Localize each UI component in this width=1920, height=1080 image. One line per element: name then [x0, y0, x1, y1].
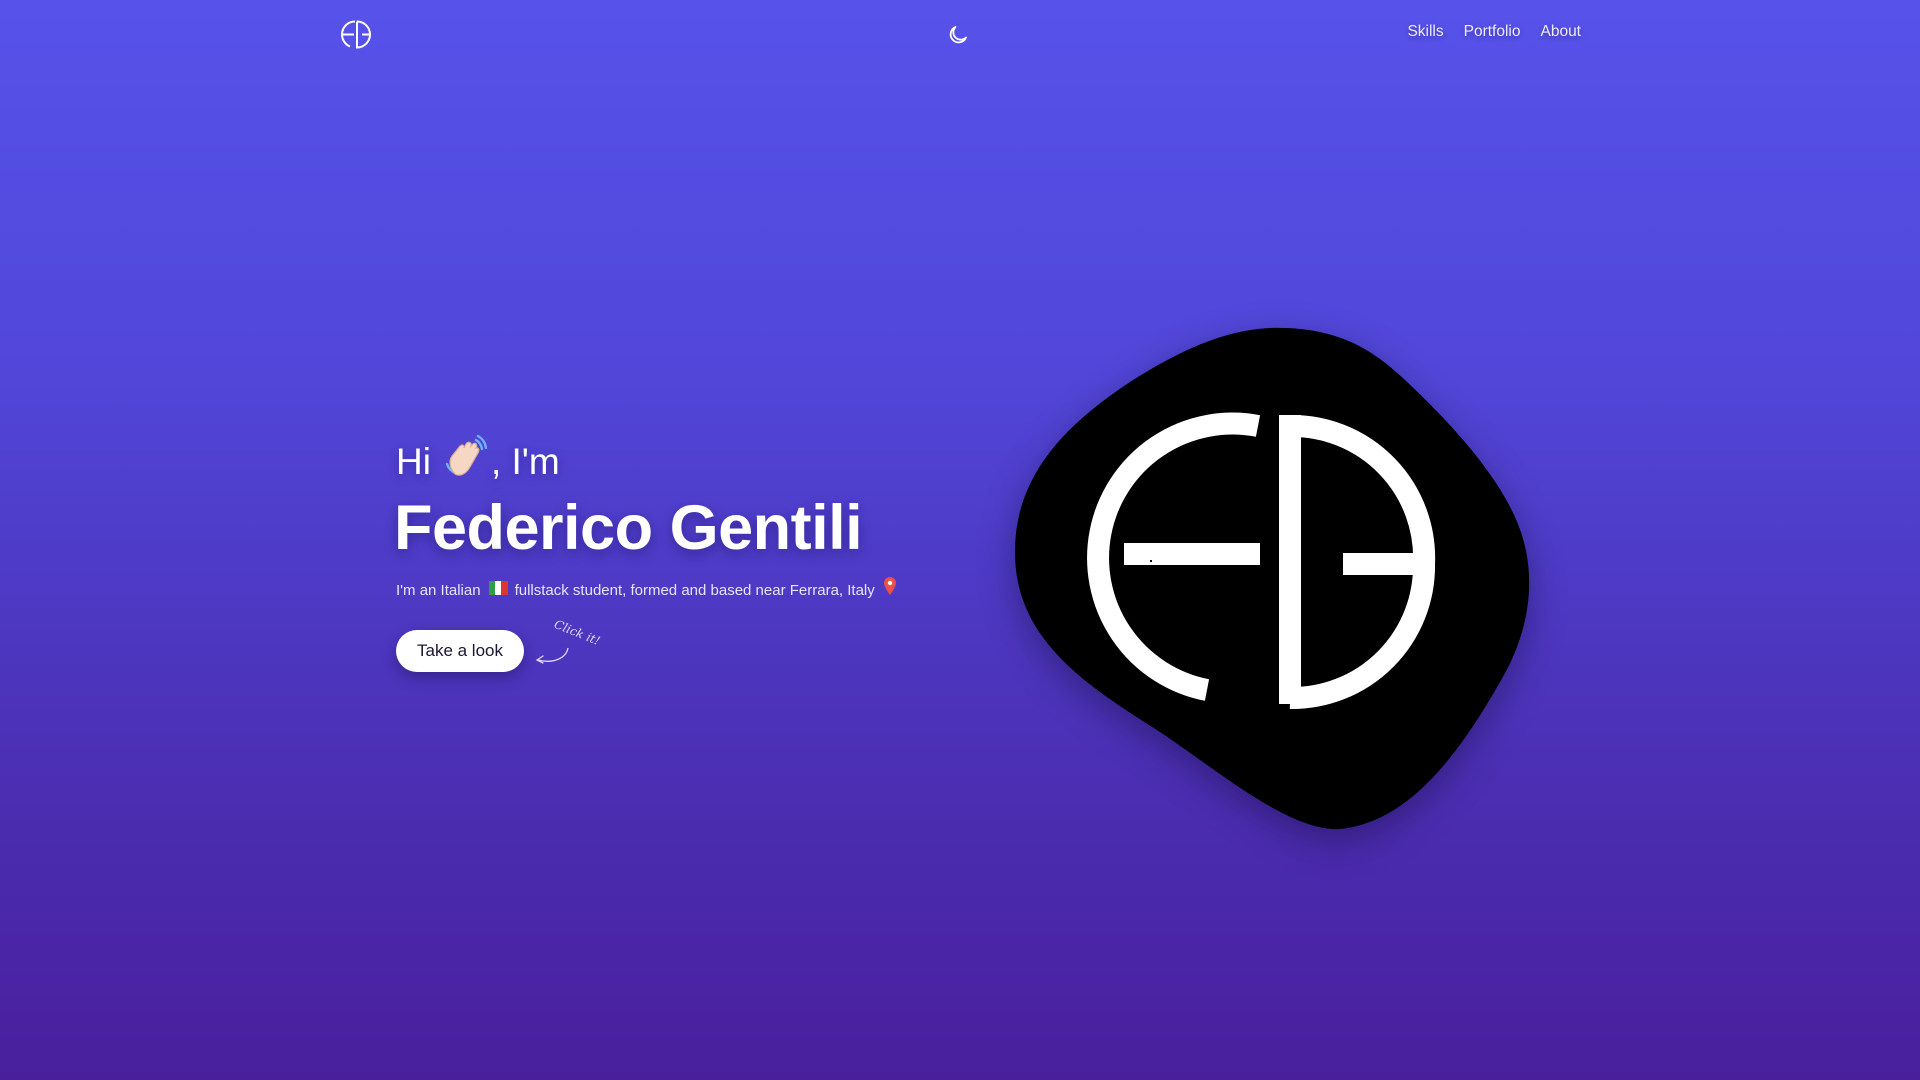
nav-link-about[interactable]: About — [1540, 23, 1581, 41]
hero-fg-logo — [1010, 322, 1530, 834]
greeting-im: , I'm — [490, 441, 560, 482]
click-hint-text: Click it! — [552, 617, 602, 648]
nav-link-skills[interactable]: Skills — [1407, 23, 1443, 41]
hero-section: Hi , I'm Federico Gentili I'm an Italian… — [394, 434, 956, 674]
moon-svg — [949, 26, 967, 44]
fg-monogram-icon[interactable] — [340, 19, 372, 51]
waving-hand-icon — [443, 434, 487, 478]
waving-hand-svg — [445, 434, 487, 476]
hero-name: Federico Gentili — [394, 493, 863, 563]
cta-row: Take a look Click it! — [396, 617, 956, 674]
click-hint: Click it! — [530, 617, 610, 672]
bio-text-end: fullstack student, formed and based near… — [514, 581, 875, 599]
take-a-look-button[interactable]: Take a look — [396, 630, 524, 672]
nav-link-portfolio[interactable]: Portfolio — [1464, 23, 1521, 41]
location-pin-svg — [883, 577, 896, 595]
hero-bio: I'm an Italian fullstack student, formed… — [396, 577, 956, 600]
bio-text-start: I'm an Italian — [396, 581, 481, 599]
greeting: Hi , I'm — [396, 434, 956, 488]
nav-links: Skills Portfolio About — [1407, 23, 1581, 41]
top-navigation: Skills Portfolio About — [0, 0, 1920, 68]
italy-flag-icon — [488, 581, 508, 595]
moon-icon[interactable] — [946, 23, 970, 47]
location-pin-icon — [883, 576, 897, 596]
greeting-hi: Hi — [396, 441, 431, 482]
hero-fg-logo-svg — [1015, 327, 1530, 830]
fg-monogram-svg — [341, 20, 371, 49]
click-hint-svg: Click it! — [535, 617, 602, 664]
